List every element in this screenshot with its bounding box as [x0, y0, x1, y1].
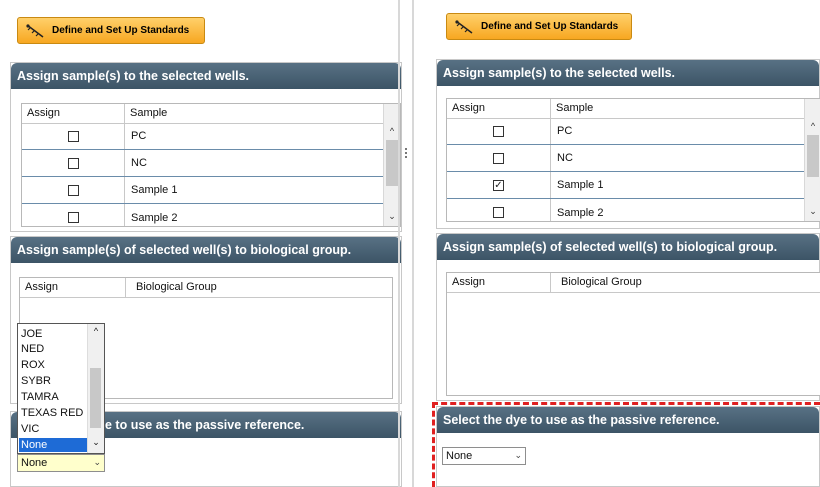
- table-row[interactable]: Sample 1: [22, 177, 385, 204]
- sample-table: Assign Sample PC NC Sample 1 Sample 2 ^: [21, 103, 401, 227]
- assign-checkbox[interactable]: [493, 152, 504, 164]
- highlight-box: [432, 402, 820, 487]
- dropdown-option-selected[interactable]: None: [19, 438, 89, 452]
- column-header-assign[interactable]: Assign: [20, 278, 126, 297]
- column-header-biological-group[interactable]: Biological Group: [551, 273, 820, 292]
- column-header-sample[interactable]: Sample: [125, 104, 385, 123]
- column-header-assign[interactable]: Assign: [22, 104, 125, 123]
- column-header-sample[interactable]: Sample: [551, 99, 806, 118]
- assign-checkbox[interactable]: [67, 157, 79, 169]
- splitter-grip-icon[interactable]: [405, 148, 407, 160]
- assign-checkbox[interactable]: [67, 130, 79, 142]
- define-standards-button[interactable]: Define and Set Up Standards: [446, 13, 632, 40]
- sample-name: Sample 1: [131, 184, 178, 196]
- assign-checkbox[interactable]: [493, 125, 504, 137]
- sample-name: Sample 1: [557, 179, 604, 191]
- dye-dropdown-list[interactable]: JOE NED ROX SYBR TAMRA TEXAS RED VIC Non…: [17, 323, 105, 454]
- table-row[interactable]: Sample 2: [22, 204, 385, 226]
- dropdown-option[interactable]: TAMRA: [19, 390, 89, 404]
- dropdown-option[interactable]: NED: [19, 342, 89, 356]
- dropdown-option[interactable]: ROX: [19, 358, 89, 372]
- column-header-assign[interactable]: Assign: [447, 273, 551, 292]
- dropdown-option[interactable]: TEXAS RED: [19, 406, 89, 420]
- table-header: Assign Sample: [22, 104, 385, 124]
- biological-group-title: Assign sample(s) of selected well(s) to …: [11, 237, 401, 263]
- assign-samples-section: Assign sample(s) to the selected wells. …: [10, 62, 402, 232]
- table-header: Assign Biological Group: [447, 273, 820, 293]
- table-row[interactable]: Sample 2: [447, 199, 806, 221]
- assign-samples-section: Assign sample(s) to the selected wells. …: [436, 59, 820, 229]
- table-row[interactable]: NC: [447, 145, 806, 172]
- select-value: None: [21, 457, 48, 469]
- sample-name: NC: [557, 152, 573, 164]
- define-standards-label: Define and Set Up Standards: [481, 21, 619, 32]
- vertical-scrollbar[interactable]: ^ ⌄: [804, 99, 820, 221]
- dropdown-option[interactable]: SYBR: [19, 374, 89, 388]
- sample-name: PC: [131, 130, 147, 142]
- ruler-icon: [26, 23, 44, 38]
- sample-name: NC: [131, 157, 147, 169]
- right-pane: Define and Set Up Standards Assign sampl…: [428, 0, 820, 487]
- assign-checkbox[interactable]: [67, 184, 79, 196]
- dropdown-option[interactable]: VIC: [19, 422, 89, 436]
- sample-name: Sample 2: [131, 211, 178, 224]
- table-header: Assign Sample: [447, 99, 806, 119]
- dropdown-scrollbar[interactable]: ^ ⌄: [87, 324, 104, 453]
- define-standards-button[interactable]: Define and Set Up Standards: [17, 17, 205, 44]
- column-header-assign[interactable]: Assign: [447, 99, 551, 118]
- dropdown-option[interactable]: JOE: [19, 327, 89, 341]
- column-header-biological-group[interactable]: Biological Group: [126, 278, 392, 297]
- table-header: Assign Biological Group: [20, 278, 392, 298]
- assign-checkbox-checked[interactable]: ✓: [493, 179, 504, 191]
- assign-checkbox[interactable]: [493, 207, 504, 218]
- chevron-down-icon[interactable]: ⌄: [805, 203, 820, 219]
- biological-group-title: Assign sample(s) of selected well(s) to …: [437, 234, 819, 260]
- biological-group-section: Assign sample(s) of selected well(s) to …: [436, 233, 820, 401]
- chevron-up-icon[interactable]: ^: [88, 326, 104, 336]
- scroll-thumb[interactable]: [386, 140, 398, 186]
- table-row[interactable]: PC: [22, 123, 385, 150]
- chevron-up-icon[interactable]: ^: [805, 118, 820, 134]
- table-row[interactable]: NC: [22, 150, 385, 177]
- sample-name: PC: [557, 125, 573, 137]
- define-standards-label: Define and Set Up Standards: [52, 25, 190, 36]
- left-pane: Define and Set Up Standards Assign sampl…: [0, 0, 402, 487]
- table-row[interactable]: ✓ Sample 1: [447, 172, 806, 199]
- passive-reference-select[interactable]: None ⌄: [17, 454, 105, 472]
- chevron-down-icon: ⌄: [93, 457, 101, 467]
- biological-group-table: Assign Biological Group: [446, 272, 820, 396]
- assign-checkbox[interactable]: [67, 212, 79, 223]
- scroll-thumb[interactable]: [807, 135, 819, 177]
- pane-border: [398, 0, 400, 487]
- sample-name: Sample 2: [557, 206, 604, 219]
- scroll-thumb[interactable]: [90, 368, 101, 428]
- assign-samples-title: Assign sample(s) to the selected wells.: [437, 60, 819, 86]
- pane-border: [412, 0, 414, 487]
- sample-table: Assign Sample PC NC ✓ Sample 1 Sample 2 …: [446, 98, 820, 222]
- ruler-icon: [455, 19, 473, 34]
- assign-samples-title: Assign sample(s) to the selected wells.: [11, 63, 401, 89]
- table-row[interactable]: PC: [447, 118, 806, 145]
- chevron-down-icon[interactable]: ⌄: [88, 437, 104, 448]
